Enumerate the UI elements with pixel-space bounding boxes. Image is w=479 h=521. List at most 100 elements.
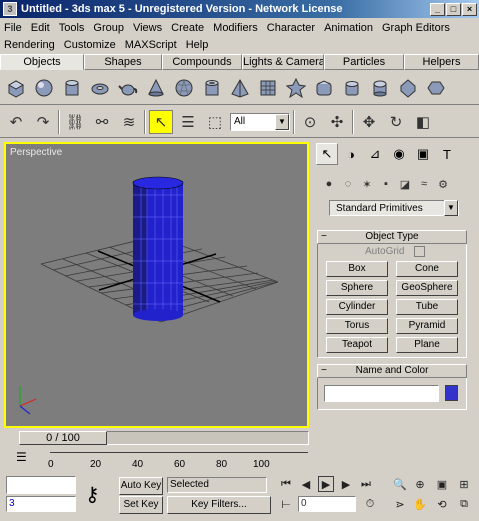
go-to-end-icon[interactable]: ⏭ xyxy=(358,476,374,492)
hedra-icon[interactable] xyxy=(284,76,308,100)
cylinder-button[interactable]: Cylinder xyxy=(326,299,388,315)
teapot-icon[interactable] xyxy=(116,76,140,100)
rotate-icon[interactable]: ↻ xyxy=(384,110,408,134)
hierarchy-tab-icon[interactable]: ⊿ xyxy=(364,143,386,165)
auto-key-button[interactable]: Auto Key xyxy=(119,477,163,495)
zoom-extents-all-icon[interactable]: ⊞ xyxy=(456,476,472,492)
track-bar[interactable]: ☰ 0 20 40 60 80 100 xyxy=(4,448,309,474)
set-key-button[interactable]: Set Key xyxy=(119,496,163,514)
maximize-viewport-icon[interactable]: ⧉ xyxy=(456,496,472,512)
autogrid-checkbox[interactable] xyxy=(414,246,425,257)
current-frame-field[interactable]: 0 xyxy=(298,496,356,512)
scale-icon[interactable]: ◧ xyxy=(411,110,435,134)
sphere-icon[interactable] xyxy=(32,76,56,100)
tube-button[interactable]: Tube xyxy=(396,299,458,315)
transform-gizmo-icon[interactable]: ✣ xyxy=(325,110,349,134)
zoom-extents-icon[interactable]: ▣ xyxy=(434,476,450,492)
zoom-all-icon[interactable]: ⊕ xyxy=(412,476,428,492)
torus-icon[interactable] xyxy=(88,76,112,100)
chamferbox-icon[interactable] xyxy=(312,76,336,100)
object-color-swatch[interactable] xyxy=(445,385,458,401)
name-color-header[interactable]: − Name and Color xyxy=(317,364,467,378)
plane-button[interactable]: Plane xyxy=(396,337,458,353)
dropdown-arrow-icon[interactable]: ▼ xyxy=(275,113,289,130)
menu-file[interactable]: File xyxy=(4,22,22,34)
pan-icon[interactable]: ✋ xyxy=(412,496,428,512)
rectangular-selection-icon[interactable]: ⬚ xyxy=(203,110,227,134)
box-icon[interactable] xyxy=(4,76,28,100)
cone-icon[interactable] xyxy=(144,76,168,100)
shapes-icon[interactable]: ◌ xyxy=(340,176,356,192)
maxscript-mini-field[interactable]: 3 xyxy=(6,496,76,512)
select-link-icon[interactable]: ⛓ xyxy=(63,110,87,134)
modify-tab-icon[interactable]: ◑ xyxy=(340,143,362,165)
chamfercyl-icon[interactable] xyxy=(340,76,364,100)
lights-icon[interactable]: ✶ xyxy=(359,176,375,192)
bind-spacewarp-icon[interactable]: ≋ xyxy=(117,110,141,134)
geosphere-icon[interactable] xyxy=(172,76,196,100)
move-icon[interactable]: ✥ xyxy=(357,110,381,134)
maxscript-listener[interactable] xyxy=(6,476,76,494)
tab-lights-cameras[interactable]: Lights & Cameras xyxy=(242,54,324,70)
teapot-button[interactable]: Teapot xyxy=(326,337,388,353)
redo-icon[interactable]: ↷ xyxy=(31,110,55,134)
arc-rotate-icon[interactable]: ⟲ xyxy=(434,496,450,512)
app-icon[interactable]: 3 xyxy=(3,2,17,16)
sphere-button[interactable]: Sphere xyxy=(326,280,388,296)
next-frame-icon[interactable]: ▶ xyxy=(338,476,354,492)
pyramid-icon[interactable] xyxy=(228,76,252,100)
key-mode-toggle-icon[interactable]: ⊢ xyxy=(278,496,294,512)
spindle-icon[interactable] xyxy=(396,76,420,100)
systems-icon[interactable]: ⚙ xyxy=(435,176,451,192)
primitive-type-dropdown[interactable]: Standard Primitives ▼ xyxy=(329,200,459,216)
helpers-icon[interactable]: ◪ xyxy=(397,176,413,192)
geosphere-button[interactable]: GeoSphere xyxy=(396,280,458,296)
selection-filter-dropdown[interactable]: All ▼ xyxy=(230,112,290,131)
minimize-button[interactable]: _ xyxy=(430,2,445,16)
time-configuration-icon[interactable]: ⏱ xyxy=(362,496,378,512)
plane-icon[interactable] xyxy=(256,76,280,100)
display-tab-icon[interactable]: ▣ xyxy=(412,143,434,165)
menu-customize[interactable]: Customize xyxy=(64,39,116,51)
zoom-icon[interactable]: 🔍 xyxy=(392,476,408,492)
tab-helpers[interactable]: Helpers xyxy=(404,54,479,70)
menu-animation[interactable]: Animation xyxy=(324,22,373,34)
oiltank-icon[interactable] xyxy=(368,76,392,100)
cone-button[interactable]: Cone xyxy=(396,261,458,277)
play-icon[interactable]: ▶ xyxy=(318,476,334,492)
field-of-view-icon[interactable]: ⋗ xyxy=(392,496,408,512)
undo-icon[interactable]: ↶ xyxy=(4,110,28,134)
geometry-icon[interactable]: ● xyxy=(321,176,337,192)
maximize-button[interactable]: □ xyxy=(446,2,461,16)
menu-graph-editors[interactable]: Graph Editors xyxy=(382,22,450,34)
object-type-header[interactable]: − Object Type xyxy=(317,230,467,244)
create-tab-icon[interactable]: ↖ xyxy=(316,143,338,165)
select-by-name-icon[interactable]: ☰ xyxy=(176,110,200,134)
dropdown-arrow-icon[interactable]: ▼ xyxy=(444,200,458,216)
select-and-move-icon[interactable]: ⊙ xyxy=(298,110,322,134)
utilities-tab-icon[interactable]: T xyxy=(436,143,458,165)
key-mode-dropdown[interactable]: Selected xyxy=(167,477,267,493)
menu-edit[interactable]: Edit xyxy=(31,22,50,34)
go-to-start-icon[interactable]: ⏮ xyxy=(278,476,294,492)
key-icon[interactable]: ⚷ xyxy=(85,482,100,507)
unlink-icon[interactable]: ⚯ xyxy=(90,110,114,134)
menu-create[interactable]: Create xyxy=(171,22,204,34)
menu-views[interactable]: Views xyxy=(133,22,162,34)
cameras-icon[interactable]: ▪ xyxy=(378,176,394,192)
previous-frame-icon[interactable]: ◀ xyxy=(298,476,314,492)
mini-curve-editor-icon[interactable]: ☰ xyxy=(16,450,27,464)
torus-button[interactable]: Torus xyxy=(326,318,388,334)
pyramid-button[interactable]: Pyramid xyxy=(396,318,458,334)
tab-shapes[interactable]: Shapes xyxy=(84,54,162,70)
menu-rendering[interactable]: Rendering xyxy=(4,39,55,51)
menu-help[interactable]: Help xyxy=(186,39,209,51)
perspective-viewport[interactable]: Perspective xyxy=(4,142,309,428)
close-button[interactable]: × xyxy=(462,2,477,16)
object-name-field[interactable] xyxy=(324,385,439,402)
time-slider-thumb[interactable]: 0 / 100 xyxy=(19,431,107,445)
cylinder-icon[interactable] xyxy=(60,76,84,100)
box-button[interactable]: Box xyxy=(326,261,388,277)
spacewarps-icon[interactable]: ≈ xyxy=(416,176,432,192)
menu-maxscript[interactable]: MAXScript xyxy=(125,39,177,51)
